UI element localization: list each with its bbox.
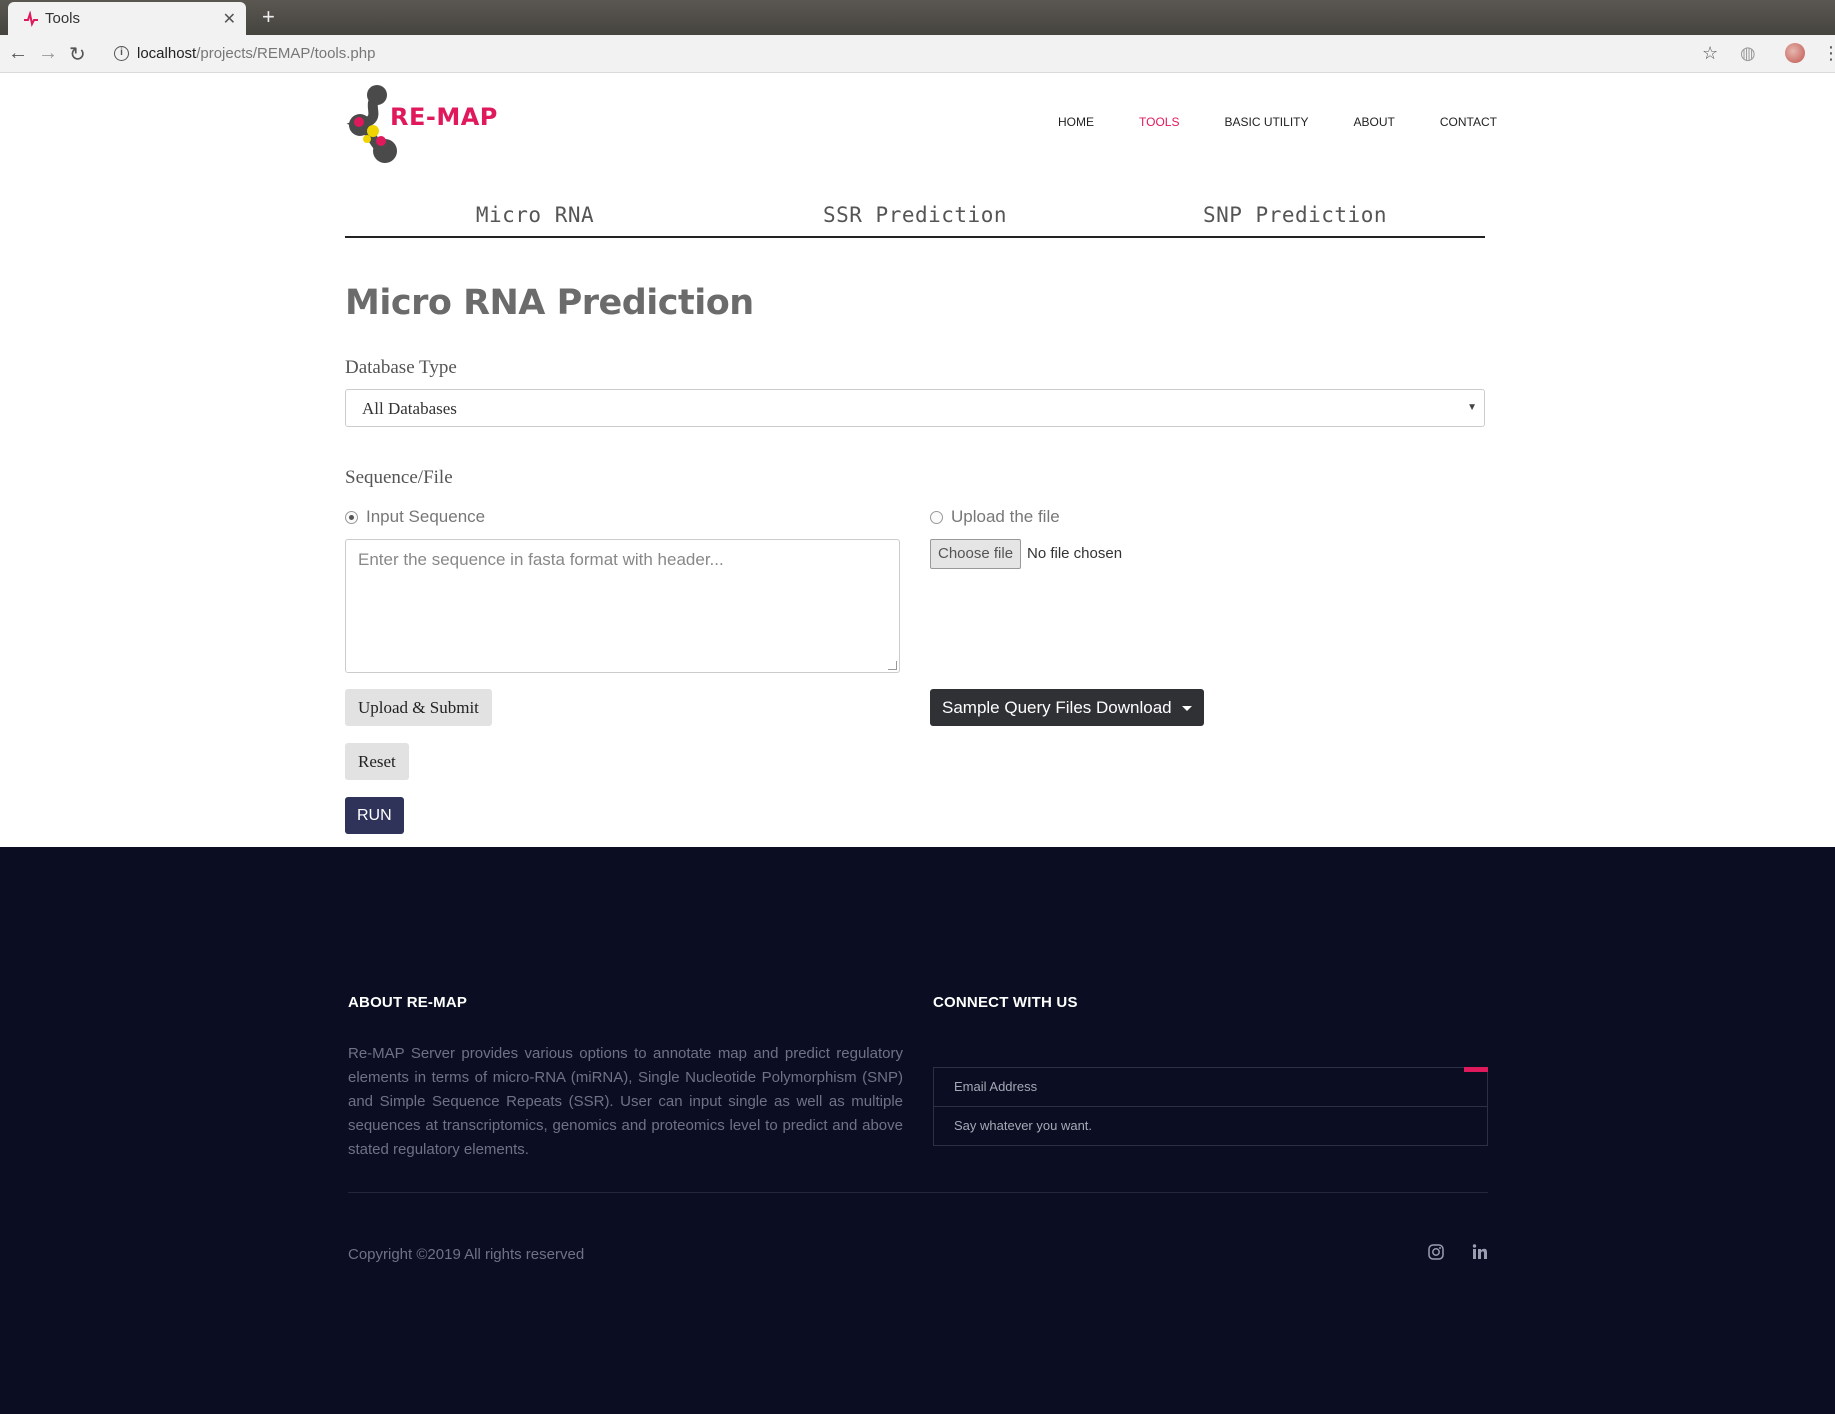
input-sequence-option[interactable]: Input Sequence (345, 507, 485, 527)
input-sequence-label: Input Sequence (366, 507, 486, 526)
input-sequence-radio[interactable] (345, 510, 358, 524)
sample-download-label: Sample Query Files Download (942, 698, 1172, 717)
file-status: No file chosen (1027, 545, 1123, 562)
message-placeholder: Say whatever you want. (954, 1118, 1093, 1133)
browser-tab[interactable]: Tools ✕ (8, 2, 246, 35)
tab-snp-prediction[interactable]: SNP Prediction (1105, 203, 1485, 236)
new-tab-icon[interactable]: + (262, 4, 275, 30)
resize-handle-icon[interactable] (888, 661, 897, 670)
close-tab-icon[interactable]: ✕ (223, 9, 236, 29)
upload-file-radio[interactable] (930, 510, 943, 524)
upload-file-option[interactable]: Upload the file (930, 507, 1060, 527)
database-type-value: All Databases (362, 399, 457, 418)
nav-basic-utility[interactable]: BASIC UTILITY (1224, 115, 1308, 129)
upload-file-label: Upload the file (951, 507, 1060, 526)
address-bar[interactable]: i localhost/projects/REMAP/tools.php (106, 39, 1706, 69)
main-nav: HOME TOOLS BASIC UTILITY ABOUT CONTACT (1058, 115, 1497, 129)
run-button[interactable]: RUN (345, 797, 404, 834)
choose-file-button[interactable]: Choose file (930, 539, 1022, 569)
tab-micro-rna[interactable]: Micro RNA (345, 203, 725, 236)
reset-button[interactable]: Reset (345, 743, 409, 780)
caret-down-icon (1181, 706, 1192, 712)
database-type-select[interactable]: All Databases ▼ (345, 389, 1485, 427)
info-icon[interactable]: i (114, 46, 129, 61)
profile-avatar[interactable] (1785, 43, 1805, 63)
browser-toolbar: ← → ↻ i localhost/projects/REMAP/tools.p… (0, 35, 1835, 73)
about-heading: ABOUT RE-MAP (348, 994, 468, 1011)
sequence-textarea[interactable]: Enter the sequence in fasta format with … (345, 539, 900, 673)
database-type-label: Database Type (345, 357, 457, 378)
email-field[interactable]: Email Address (933, 1067, 1488, 1107)
sequence-file-label: Sequence/File (345, 467, 453, 488)
sequence-placeholder: Enter the sequence in fasta format with … (358, 550, 724, 569)
page-title: Micro RNA Prediction (345, 283, 754, 323)
message-field[interactable]: Say whatever you want. (933, 1106, 1488, 1146)
tab-title: Tools (45, 10, 81, 27)
nav-tools[interactable]: TOOLS (1139, 115, 1179, 129)
tool-tabs: Micro RNA SSR Prediction SNP Prediction (345, 203, 1485, 238)
back-icon[interactable]: ← (8, 42, 28, 65)
menu-kebab-icon[interactable]: ⋮ (1822, 43, 1835, 64)
copyright: Copyright ©2019 All rights reserved (348, 1246, 585, 1263)
email-placeholder: Email Address (954, 1079, 1038, 1094)
tab-ssr-prediction[interactable]: SSR Prediction (725, 203, 1105, 236)
connect-heading: CONNECT WITH US (933, 994, 1078, 1011)
nav-about[interactable]: ABOUT (1354, 115, 1395, 129)
sample-download-dropdown[interactable]: Sample Query Files Download (930, 689, 1204, 726)
upload-submit-button[interactable]: Upload & Submit (345, 689, 492, 726)
favicon-icon (24, 11, 38, 27)
chevron-down-icon: ▼ (1467, 402, 1477, 413)
instagram-icon[interactable] (1428, 1244, 1444, 1260)
nav-contact[interactable]: CONTACT (1440, 115, 1497, 129)
footer-divider (348, 1192, 1488, 1193)
url-text: localhost/projects/REMAP/tools.php (137, 45, 376, 62)
globe-icon[interactable]: ◍ (1740, 43, 1756, 64)
bookmark-star-icon[interactable]: ☆ (1702, 43, 1718, 64)
browser-tabstrip: Tools ✕ + (0, 0, 1835, 35)
about-text: Re-MAP Server provides various options t… (348, 1045, 903, 1158)
linkedin-icon[interactable] (1472, 1244, 1488, 1260)
forward-icon[interactable]: → (38, 42, 58, 65)
logo-text: RE-MAP (390, 103, 498, 131)
reload-icon[interactable]: ↻ (69, 42, 86, 67)
nav-home[interactable]: HOME (1058, 115, 1094, 129)
accent-bar (1464, 1067, 1488, 1072)
footer: ABOUT RE-MAP Re-MAP Server provides vari… (0, 847, 1835, 1414)
